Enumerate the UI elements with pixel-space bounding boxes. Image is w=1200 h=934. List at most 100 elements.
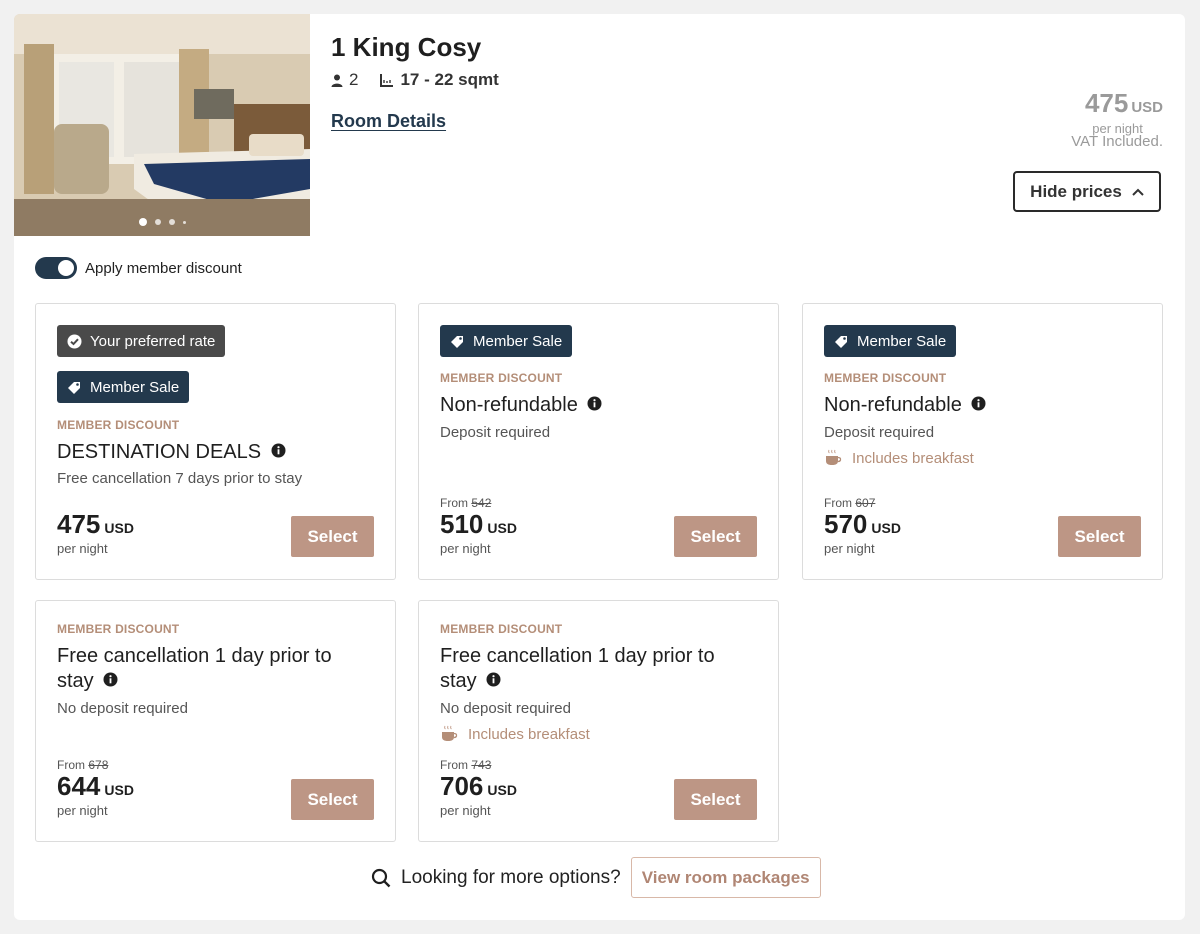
from-price: From 607 bbox=[824, 496, 875, 510]
room-title: 1 King Cosy bbox=[331, 32, 482, 62]
tag-icon bbox=[834, 334, 849, 349]
breakfast-label: Includes breakfast bbox=[468, 725, 590, 743]
member-sale-badge: Member Sale bbox=[440, 325, 573, 357]
from-label: From bbox=[440, 496, 468, 510]
rate-price-currency: USD bbox=[487, 782, 517, 798]
search-icon bbox=[371, 868, 391, 888]
from-price: From 678 bbox=[57, 758, 108, 772]
member-discount-label: Apply member discount bbox=[85, 259, 242, 277]
rate-price-per: per night bbox=[824, 541, 875, 556]
person-icon bbox=[331, 74, 343, 87]
room-photo bbox=[14, 14, 310, 236]
rate-name-line2: stay bbox=[57, 670, 94, 692]
rate-price-amount: 510 bbox=[440, 509, 484, 539]
rate-condition: No deposit required bbox=[57, 700, 188, 717]
rate-price-amount: 570 bbox=[824, 509, 868, 539]
info-icon[interactable] bbox=[486, 669, 501, 694]
rate-price-per: per night bbox=[440, 541, 491, 556]
rate-price-currency: USD bbox=[487, 520, 517, 536]
summary-price: 475 USD per night VAT Included. bbox=[1071, 88, 1163, 150]
from-price: From 743 bbox=[440, 758, 491, 772]
rate-name-line1: Free cancellation 1 day prior to bbox=[57, 645, 332, 667]
rate-card: Member Sale MEMBER DISCOUNT Non-refundab… bbox=[418, 303, 779, 580]
rate-price-currency: USD bbox=[104, 782, 134, 798]
badge-label: Member Sale bbox=[473, 332, 563, 350]
from-price: From 542 bbox=[440, 496, 491, 510]
rate-price-per: per night bbox=[440, 803, 491, 818]
member-discount-toggle[interactable] bbox=[35, 257, 77, 279]
rate-name-text: Non-refundable bbox=[440, 394, 578, 416]
preferred-rate-badge: Your preferred rate bbox=[57, 325, 226, 357]
select-button[interactable]: Select bbox=[291, 779, 374, 820]
rate-name: Free cancellation 1 day prior to stay bbox=[440, 644, 715, 694]
rate-card: Your preferred rate Member Sale MEMBER D… bbox=[35, 303, 396, 580]
old-price: 678 bbox=[88, 758, 109, 772]
room-meta: 2 17 - 22 sqmt bbox=[331, 70, 499, 90]
hide-prices-button[interactable]: Hide prices bbox=[1013, 171, 1161, 212]
rate-price-per: per night bbox=[57, 541, 108, 556]
select-button[interactable]: Select bbox=[674, 516, 757, 557]
rate-name-line2: stay bbox=[440, 670, 477, 692]
select-button[interactable]: Select bbox=[674, 779, 757, 820]
summary-price-per: per night bbox=[1092, 121, 1143, 136]
rate-category: MEMBER DISCOUNT bbox=[57, 622, 180, 636]
rate-condition: Deposit required bbox=[440, 424, 551, 441]
rate-card: MEMBER DISCOUNT Free cancellation 1 day … bbox=[418, 600, 779, 842]
toggle-knob bbox=[58, 260, 74, 276]
rate-category: MEMBER DISCOUNT bbox=[440, 371, 563, 385]
more-options-row: Looking for more options? View room pack… bbox=[371, 857, 821, 898]
rate-price-amount: 706 bbox=[440, 771, 484, 801]
room-photo-carousel[interactable] bbox=[14, 14, 310, 236]
rate-name-text: Non-refundable bbox=[824, 394, 962, 416]
from-label: From bbox=[824, 496, 852, 510]
area-icon bbox=[380, 73, 394, 87]
select-button[interactable]: Select bbox=[291, 516, 374, 557]
rate-price: 644 USD bbox=[57, 771, 134, 802]
coffee-cup-icon bbox=[824, 449, 842, 467]
rate-condition: Free cancellation 7 days prior to stay bbox=[57, 470, 303, 487]
carousel-dot[interactable] bbox=[138, 218, 147, 226]
badge-label: Member Sale bbox=[90, 378, 180, 396]
carousel-dot[interactable] bbox=[154, 219, 161, 225]
select-button[interactable]: Select bbox=[1058, 516, 1141, 557]
summary-price-currency: USD bbox=[1131, 99, 1163, 116]
hide-prices-label: Hide prices bbox=[1030, 181, 1122, 201]
old-price: 607 bbox=[855, 496, 876, 510]
view-room-packages-button[interactable]: View room packages bbox=[630, 857, 821, 898]
old-price: 542 bbox=[471, 496, 492, 510]
rate-name-text: DESTINATION DEALS bbox=[57, 441, 262, 463]
from-label: From bbox=[57, 758, 85, 772]
info-icon[interactable] bbox=[271, 440, 286, 465]
rate-name: Non-refundable bbox=[440, 393, 602, 418]
carousel-dot[interactable] bbox=[168, 219, 175, 225]
member-sale-badge: Member Sale bbox=[57, 371, 190, 403]
rate-name: DESTINATION DEALS bbox=[57, 440, 286, 465]
tag-icon bbox=[450, 334, 465, 349]
rate-card: MEMBER DISCOUNT Free cancellation 1 day … bbox=[35, 600, 396, 842]
breakfast-note: Includes breakfast bbox=[440, 725, 590, 743]
member-sale-badge: Member Sale bbox=[824, 325, 957, 357]
rate-price: 475 USD bbox=[57, 509, 134, 540]
breakfast-note: Includes breakfast bbox=[824, 449, 974, 467]
rate-name: Free cancellation 1 day prior to stay bbox=[57, 644, 332, 694]
info-icon[interactable] bbox=[587, 393, 602, 418]
rate-price: 706 USD bbox=[440, 771, 517, 802]
guest-count: 2 bbox=[349, 70, 359, 89]
rate-price-currency: USD bbox=[871, 520, 901, 536]
coffee-cup-icon bbox=[440, 725, 458, 743]
chevron-up-icon bbox=[1132, 188, 1144, 196]
rate-price-per: per night bbox=[57, 803, 108, 818]
carousel-dots[interactable] bbox=[14, 218, 310, 226]
from-label: From bbox=[440, 758, 468, 772]
room-details-link[interactable]: Room Details bbox=[331, 111, 446, 132]
rate-price-amount: 644 bbox=[57, 771, 101, 801]
info-icon[interactable] bbox=[971, 393, 986, 418]
rate-category: MEMBER DISCOUNT bbox=[824, 371, 947, 385]
info-icon[interactable] bbox=[103, 669, 118, 694]
rate-category: MEMBER DISCOUNT bbox=[440, 622, 563, 636]
summary-price-amount: 475 bbox=[1084, 88, 1129, 118]
breakfast-label: Includes breakfast bbox=[852, 449, 974, 467]
carousel-dot[interactable] bbox=[182, 220, 186, 224]
badge-label: Member Sale bbox=[857, 332, 947, 350]
rate-category: MEMBER DISCOUNT bbox=[57, 418, 180, 432]
